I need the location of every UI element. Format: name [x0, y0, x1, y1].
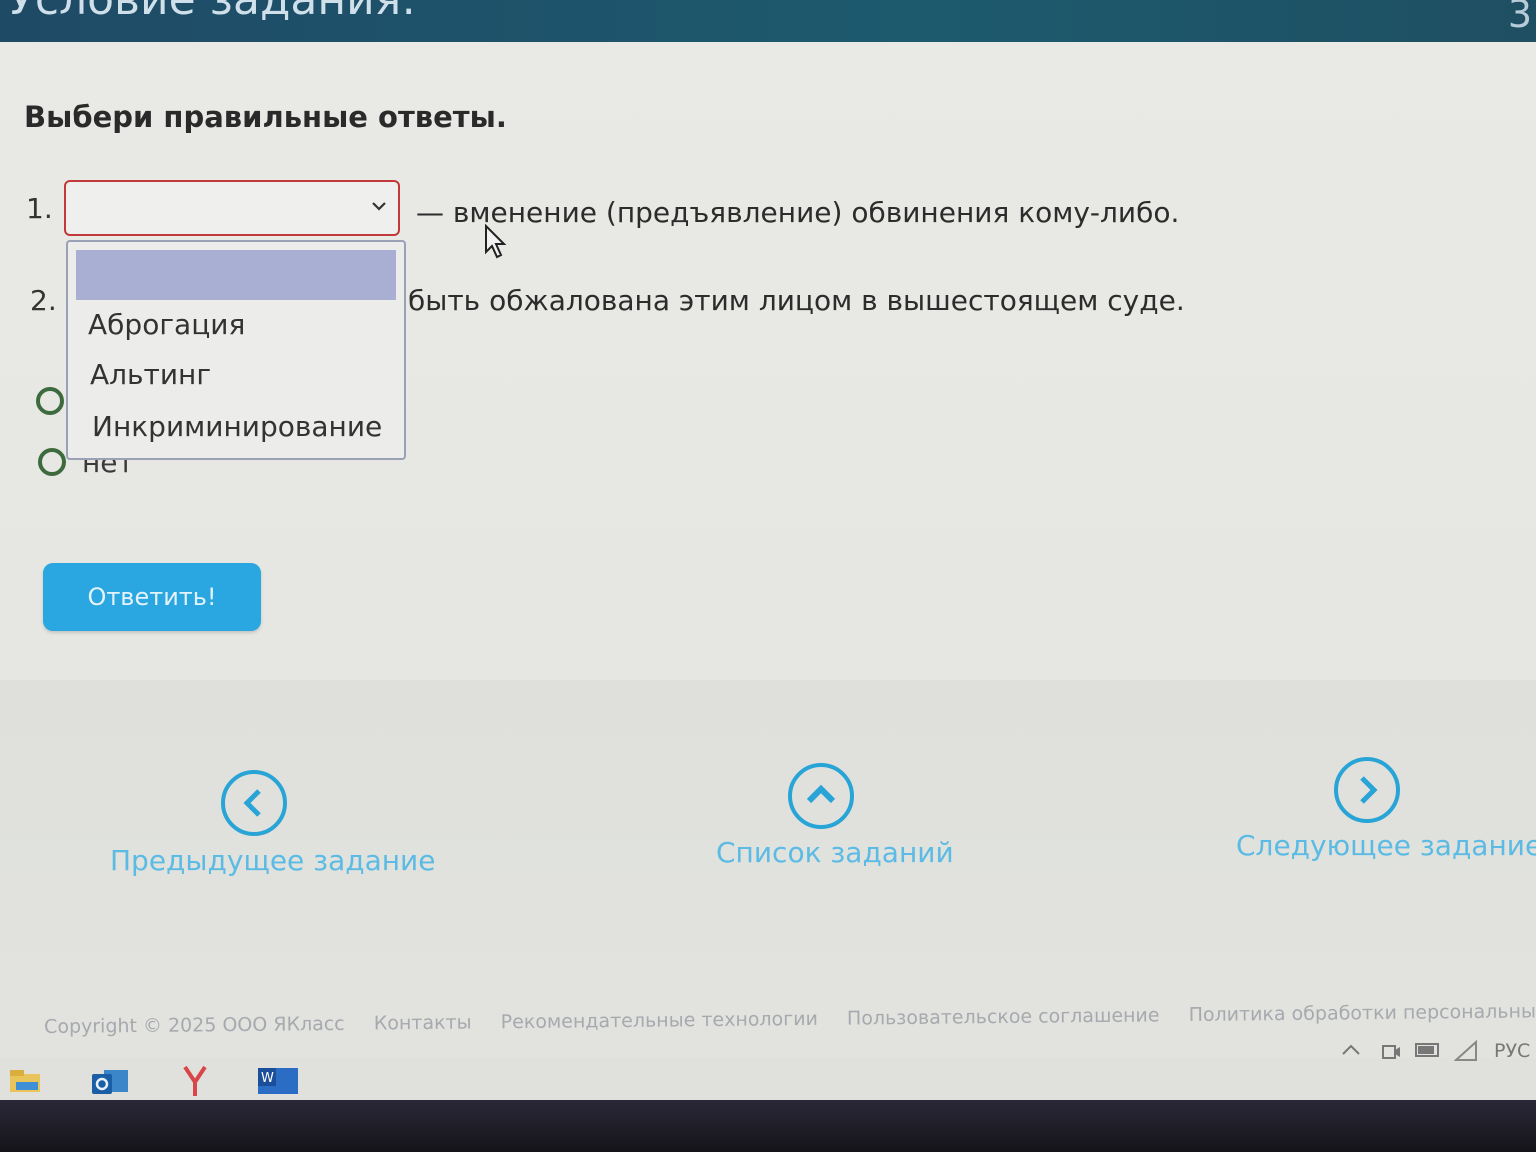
dropdown-option-abrogation[interactable]: Аброгация — [88, 308, 245, 341]
task-header-number: 3 — [1507, 0, 1532, 36]
task-list-icon[interactable] — [788, 763, 854, 829]
dropdown-option-empty[interactable] — [76, 250, 396, 300]
prev-task-link[interactable]: Предыдущее задание — [110, 844, 435, 877]
question-1-number: 1. — [26, 192, 53, 225]
next-task-icon[interactable] — [1334, 757, 1400, 823]
task-instruction: Выбери правильные ответы. — [24, 100, 507, 134]
question-2-radio-yes[interactable] — [36, 387, 64, 415]
question-2-number: 2. — [30, 284, 57, 317]
dropdown-option-incrimination[interactable]: Инкриминирование — [92, 410, 382, 443]
question-1-dropdown-list: Аброгация Альтинг Инкриминирование — [66, 240, 406, 460]
yandex-browser-icon[interactable] — [180, 1064, 210, 1102]
language-indicator[interactable]: РУС — [1494, 1040, 1530, 1062]
mouse-cursor-icon — [484, 223, 510, 264]
page: Условие задания: 3 Выбери правильные отв… — [0, 0, 1536, 1152]
footer-link-contacts[interactable]: Контакты — [374, 1012, 472, 1035]
taskbar — [0, 1058, 1536, 1104]
svg-text:W: W — [261, 1071, 274, 1086]
word-icon[interactable]: W — [252, 1066, 312, 1109]
question-2-text: быть обжалована этим лицом в вышестоящем… — [408, 284, 1185, 317]
task-header-title: Условие задания: — [8, 0, 416, 25]
footer-link-agreement[interactable]: Пользовательское соглашение — [847, 1004, 1160, 1029]
footer-link-recommendations[interactable]: Рекомендательные технологии — [501, 1008, 818, 1033]
prev-task-icon[interactable] — [221, 770, 287, 836]
chevron-down-icon — [370, 196, 388, 220]
question-1-text: — вменение (предъявление) обвинения кому… — [416, 196, 1180, 229]
next-task-link[interactable]: Следующее задание — [1236, 829, 1536, 862]
question-2-radio-no[interactable] — [38, 448, 66, 476]
battery-icon[interactable] — [1414, 1040, 1442, 1065]
screen-bezel — [0, 1100, 1536, 1152]
dropdown-option-althing[interactable]: Альтинг — [90, 358, 211, 391]
footer-copyright: Copyright © 2025 ООО ЯКласс — [44, 1012, 345, 1038]
task-header-bar: Условие задания: 3 — [0, 0, 1536, 42]
meet-now-icon[interactable] — [1380, 1040, 1402, 1069]
submit-answer-button[interactable]: Ответить! — [43, 563, 261, 631]
footer-link-privacy[interactable]: Политика обработки персональных данных — [1189, 1000, 1536, 1026]
outlook-icon[interactable] — [90, 1066, 130, 1102]
wifi-icon[interactable] — [1453, 1039, 1478, 1067]
question-1-select[interactable] — [64, 180, 400, 236]
task-list-link[interactable]: Список заданий — [716, 836, 954, 869]
tray-chevron-up-icon[interactable] — [1340, 1040, 1362, 1062]
file-explorer-icon[interactable] — [8, 1066, 44, 1100]
